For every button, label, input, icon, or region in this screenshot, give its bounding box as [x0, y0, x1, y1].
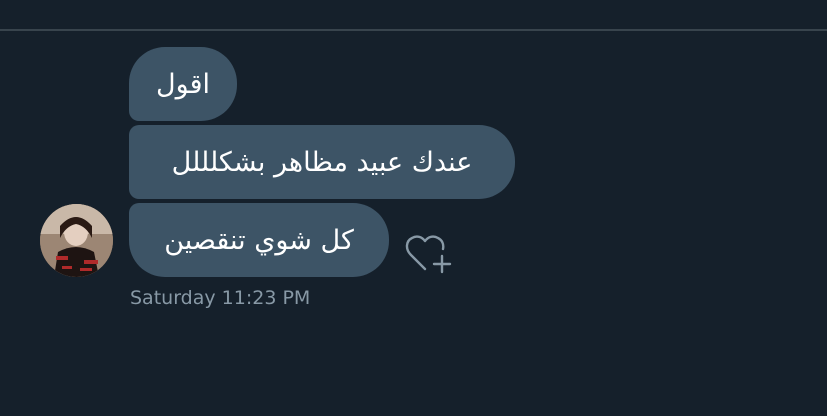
- message-text: عندك عبيد مظاهر بشكلللل: [171, 146, 473, 178]
- heart-plus-icon[interactable]: [402, 228, 454, 276]
- sender-avatar[interactable]: [40, 204, 113, 277]
- message-bubble[interactable]: عندك عبيد مظاهر بشكلللل: [129, 125, 515, 199]
- message-text: اقول: [156, 68, 210, 100]
- message-text: كل شوي تنقصين: [164, 224, 354, 256]
- message-timestamp: Saturday 11:23 PM: [130, 287, 311, 309]
- dm-conversation: اقول عندك عبيد مظاهر بشكلللل كل شوي تنقص…: [0, 0, 827, 416]
- message-bubble[interactable]: كل شوي تنقصين: [129, 203, 389, 277]
- message-bubble[interactable]: اقول: [129, 47, 237, 121]
- header-divider: [0, 29, 827, 31]
- avatar-image: [40, 204, 113, 277]
